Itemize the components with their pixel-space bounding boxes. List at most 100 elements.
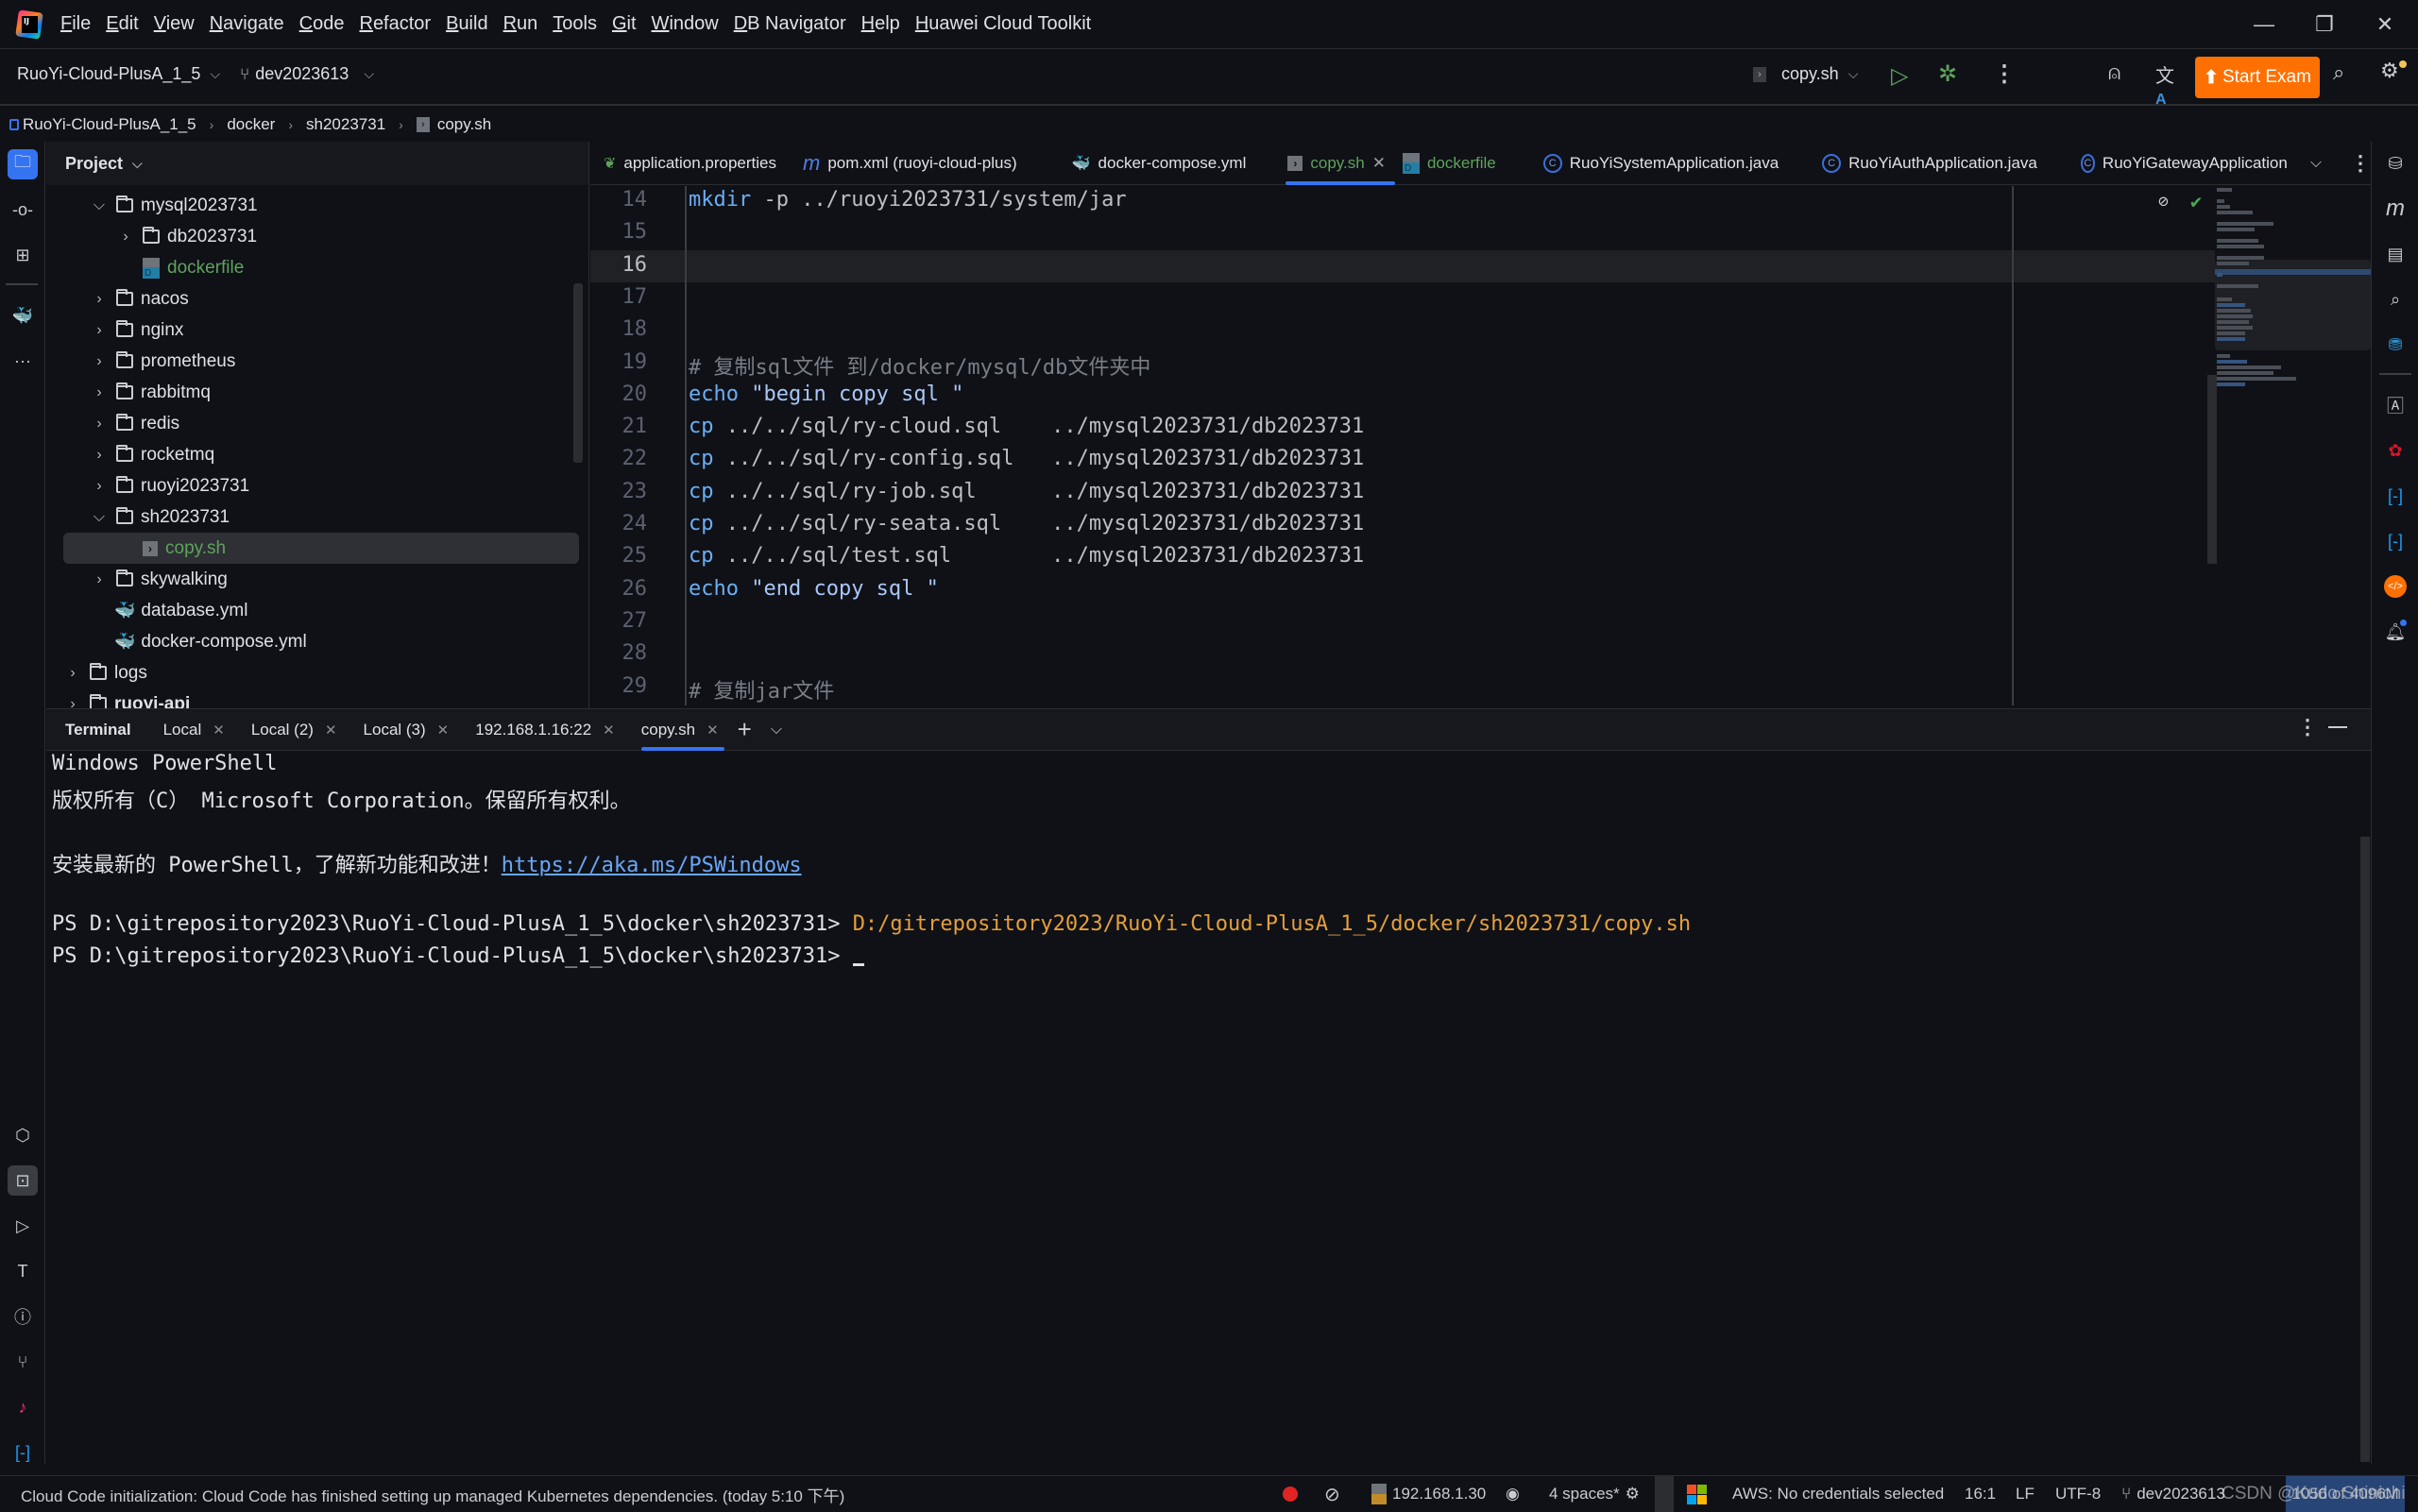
tab-ruoyi-auth-application[interactable]: C RuoYiAuthApplication.java	[1809, 142, 2051, 185]
chevron-right-icon[interactable]: ›	[90, 571, 109, 588]
aws-credentials[interactable]: AWS: No credentials selected	[1732, 1476, 1944, 1512]
line-number[interactable]: 18	[590, 317, 648, 341]
chevron-right-icon[interactable]: ›	[90, 416, 109, 433]
menu-code[interactable]: Code	[299, 13, 345, 35]
indent-widget[interactable]: 4 spaces* ⚙	[1549, 1476, 1640, 1512]
terminal-tool-button[interactable]: ⊡	[8, 1165, 38, 1196]
recording-indicator[interactable]	[1283, 1476, 1298, 1512]
tree-item[interactable]: › skywalking	[46, 564, 588, 595]
build-tool-button[interactable]: T	[8, 1256, 38, 1286]
chevron-down-icon[interactable]: ⌵	[90, 197, 109, 214]
tab-ruoyi-gateway-application[interactable]: C RuoYiGatewayApplication	[2068, 142, 2301, 185]
tree-item[interactable]: › nacos	[46, 283, 588, 314]
menu-file[interactable]: File	[60, 13, 91, 35]
run-button[interactable]: ▷	[1891, 62, 1919, 91]
chevron-down-icon[interactable]: ⌵	[90, 509, 109, 526]
tab-copy-sh[interactable]: › copy.sh ✕	[1274, 142, 1399, 185]
translate-button[interactable]: 文A	[2155, 60, 2184, 108]
tree-item[interactable]: › nginx	[46, 314, 588, 346]
chevron-right-icon[interactable]: ›	[90, 478, 109, 495]
line-number[interactable]: 23	[590, 480, 648, 503]
db-navigator-tool-button[interactable]: ⛃	[2381, 331, 2409, 359]
tabs-overflow-chevron-icon[interactable]: ⌵	[2310, 155, 2322, 172]
tree-item[interactable]: ⌵ mysql2023731	[46, 190, 588, 221]
line-number[interactable]: 15	[590, 220, 648, 244]
services-tool-button[interactable]: ⬡	[8, 1120, 38, 1150]
run-config-selector[interactable]: › copy.sh ⌵	[1753, 64, 1858, 84]
close-window-button[interactable]: ✕	[2352, 0, 2418, 49]
new-terminal-tab-plus-icon[interactable]: +	[738, 715, 752, 744]
tree-item[interactable]: › prometheus	[46, 346, 588, 377]
menu-db-navigator[interactable]: DB Navigator	[734, 13, 846, 35]
menu-refactor[interactable]: Refactor	[359, 13, 431, 35]
tree-item[interactable]: Ddockerfile	[46, 252, 588, 283]
close-tab-icon[interactable]: ✕	[437, 722, 450, 739]
memory-indicator[interactable]: 1056 of 4096M	[2286, 1476, 2405, 1512]
tab-pom-xml[interactable]: m pom.xml (ruoyi-cloud-plus)	[790, 142, 1030, 185]
intellij-logo-icon[interactable]: IJ	[15, 8, 43, 40]
close-tab-icon[interactable]: ✕	[213, 722, 225, 739]
close-tab-icon[interactable]: ✕	[707, 722, 719, 739]
line-number[interactable]: 20	[590, 382, 648, 406]
database-tool-button[interactable]: ⛁	[2381, 149, 2409, 178]
menu-tools[interactable]: Tools	[553, 13, 597, 35]
menu-edit[interactable]: Edit	[106, 13, 138, 35]
branch-selector[interactable]: ⑂ dev2023613 ⌵	[240, 64, 374, 84]
hide-panel-icon[interactable]	[2328, 726, 2347, 728]
line-number[interactable]: 17	[590, 285, 648, 309]
search-everywhere-button[interactable]: ⌕	[2333, 60, 2361, 89]
git-branch-widget[interactable]: ⑂ dev2023613	[2121, 1476, 2225, 1512]
sftp-widget[interactable]: 192.168.1.30	[1371, 1476, 1486, 1512]
terminal-output[interactable]: Windows PowerShell 版权所有（C） Microsoft Cor…	[46, 752, 2371, 1468]
tree-item[interactable]: › logs	[46, 657, 588, 688]
terminal-dropdown-chevron-icon[interactable]: ⌵	[771, 722, 782, 739]
code-search-tool-button[interactable]: ⌕	[2381, 285, 2409, 314]
menu-help[interactable]: Help	[861, 13, 900, 35]
breadcrumb-item[interactable]: sh2023731	[306, 115, 385, 134]
db-browser-tool-button[interactable]: ▤	[2381, 240, 2409, 268]
line-number[interactable]: 21	[590, 415, 648, 438]
run-tool-button[interactable]: ▷	[8, 1211, 38, 1241]
maven-tool-button[interactable]: m	[2381, 195, 2409, 223]
menu-huawei-cloud-toolkit[interactable]: Huawei Cloud Toolkit	[915, 13, 1091, 35]
more-tools-button[interactable]: ···	[8, 346, 38, 376]
docker-tool-button[interactable]: 🐳	[8, 300, 38, 331]
debug-button[interactable]: ✲	[1938, 60, 1967, 89]
close-tab-icon[interactable]: ✕	[603, 722, 615, 739]
dictionary-tool-button[interactable]: 🄰	[2381, 391, 2409, 419]
tree-item[interactable]: › copy.sh	[63, 533, 579, 564]
huawei-cloud-tool-button[interactable]: ✿	[2381, 436, 2409, 465]
project-selector[interactable]: RuoYi-Cloud-PlusA_1_5 ⌵	[17, 64, 220, 84]
more-vertical-icon[interactable]: ⋮	[2350, 151, 2371, 176]
alibaba-cloud-tool-button-2[interactable]: [-]	[2381, 527, 2409, 555]
terminal-tab-local-2[interactable]: Local (2) ✕	[238, 709, 350, 751]
project-panel-header[interactable]: Project ⌵	[46, 142, 588, 185]
project-tool-button[interactable]: 🗀	[8, 149, 38, 179]
menu-git[interactable]: Git	[612, 13, 637, 35]
notifications-tool-button[interactable]: 🔔︎	[2381, 618, 2409, 646]
project-scrollbar[interactable]	[573, 283, 583, 463]
menu-run[interactable]: Run	[503, 13, 538, 35]
tree-item[interactable]: › rocketmq	[46, 439, 588, 470]
alibaba-cloud-tool-button[interactable]: [-]	[8, 1437, 38, 1468]
terminal-options-icon[interactable]: ⋮	[2297, 715, 2318, 739]
chevron-right-icon[interactable]: ›	[63, 696, 82, 709]
file-encoding[interactable]: UTF-8	[2055, 1476, 2101, 1512]
alibaba-cloud-tool-button[interactable]: [-]	[2381, 482, 2409, 510]
menu-window[interactable]: Window	[652, 13, 719, 35]
minimize-button[interactable]: —	[2231, 0, 2297, 49]
microsoft-widget[interactable]	[1687, 1476, 1707, 1512]
menu-build[interactable]: Build	[446, 13, 487, 35]
line-number[interactable]: 27	[590, 609, 648, 633]
tree-item[interactable]: › ruoyi-api	[46, 688, 588, 708]
start-exam-button[interactable]: ⬆ Start Exam	[2195, 57, 2320, 98]
line-number[interactable]: 29	[590, 674, 648, 698]
code-editor[interactable]: 14 mkdir -p ../ruoyi2023731/system/jar 15 1…	[590, 186, 2371, 705]
line-number[interactable]: 19	[590, 350, 648, 374]
line-separator[interactable]: LF	[2016, 1476, 2035, 1512]
problems-tool-button[interactable]: ⓘ	[8, 1301, 38, 1332]
ai-assistant-tool-button[interactable]: </>	[2381, 572, 2409, 601]
no-problems-check-icon[interactable]: ✔	[2190, 190, 2202, 212]
more-actions-button[interactable]: ⋮	[1993, 60, 2016, 89]
breadcrumb-item[interactable]: docker	[227, 115, 275, 134]
